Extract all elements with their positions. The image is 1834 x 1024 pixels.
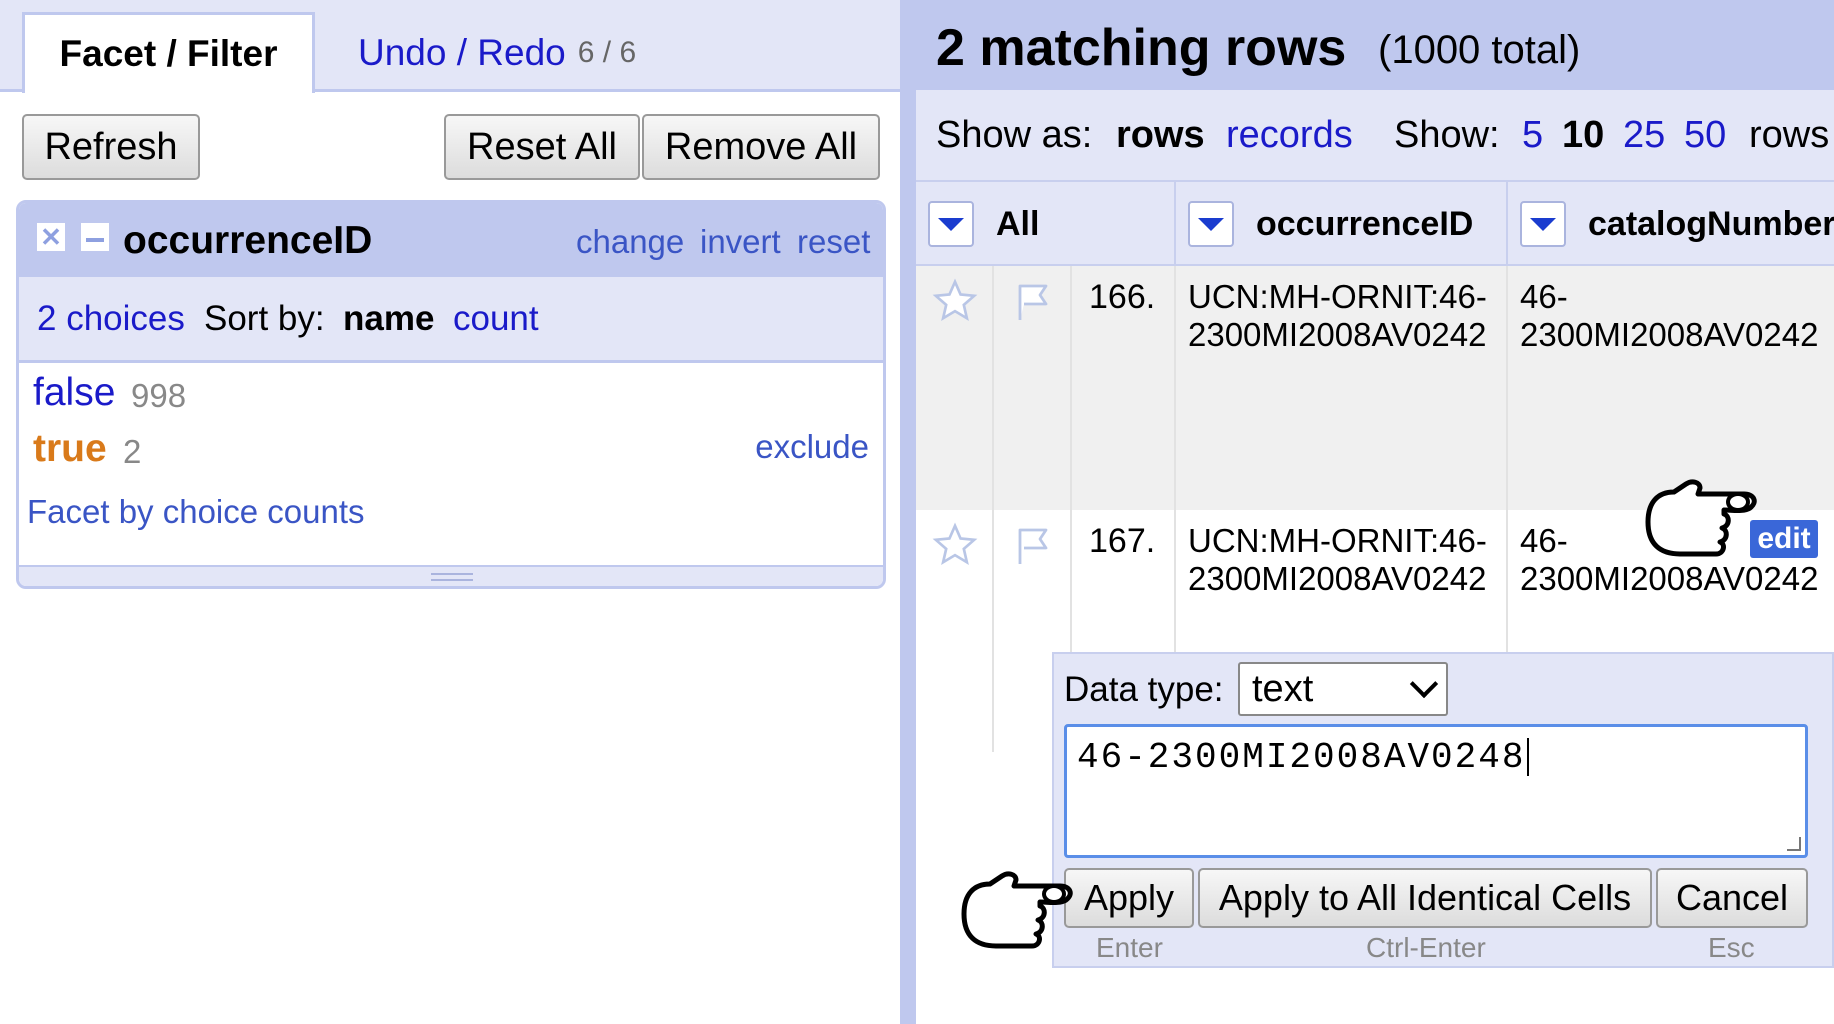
column-menu-icon[interactable]: [1520, 201, 1566, 247]
sort-by-count[interactable]: count: [453, 299, 539, 339]
facet-reset-link[interactable]: reset: [797, 223, 870, 261]
column-menu-icon[interactable]: [1188, 201, 1234, 247]
facet-title: occurrenceID: [123, 219, 373, 262]
facet-controls: 2 choices Sort by: name count: [19, 277, 883, 363]
panel-divider[interactable]: [900, 0, 916, 1024]
cell-line-2: 2300MI2008AV0242: [1188, 316, 1487, 353]
facet-change-link[interactable]: change: [576, 223, 684, 261]
pointing-hand-icon: [961, 871, 1073, 949]
tab-bar: Facet / Filter Undo / Redo 6 / 6: [0, 0, 900, 93]
cell-line-1: 46-: [1520, 278, 1568, 315]
facet-choice-count-true: 2: [123, 433, 142, 470]
tab-facet-filter[interactable]: Facet / Filter: [22, 12, 315, 93]
pointing-hand-icon: [1645, 479, 1757, 557]
cancel-button[interactable]: Cancel: [1656, 868, 1808, 928]
row-number: 167.: [1089, 522, 1156, 560]
tab-undo-redo[interactable]: Undo / Redo 6 / 6: [358, 12, 636, 93]
column-header-catalognumber: catalogNumber: [1508, 182, 1834, 266]
cell-value-textarea[interactable]: 46-2300MI2008AV0248: [1064, 724, 1808, 858]
cell-line-2: 2300MI2008AV0242: [1520, 316, 1819, 353]
remove-all-button[interactable]: Remove All: [642, 114, 880, 180]
page-size-5[interactable]: 5: [1522, 114, 1543, 157]
resize-grip-icon: [431, 573, 473, 581]
sort-by-label: Sort by:: [204, 299, 325, 338]
matching-rows-title: 2 matching rows: [936, 19, 1347, 77]
tab-undo-redo-label: Undo / Redo: [358, 31, 566, 73]
data-type-value: text: [1252, 667, 1314, 710]
facet-choice-true[interactable]: true: [33, 427, 107, 471]
star-icon[interactable]: [932, 278, 978, 324]
cell-line-1: UCN:MH-ORNIT:46-: [1188, 278, 1487, 315]
flag-icon[interactable]: [1012, 522, 1060, 570]
reset-all-button[interactable]: Reset All: [444, 114, 640, 180]
cell-catalognumber[interactable]: 46- 2300MI2008AV0242: [1520, 278, 1830, 354]
facet-choice-count-false: 998: [131, 377, 187, 414]
cell-line-1: UCN:MH-ORNIT:46-: [1188, 522, 1487, 559]
data-type-label: Data type:: [1064, 670, 1224, 709]
facet-invert-link[interactable]: invert: [700, 223, 781, 261]
star-icon[interactable]: [932, 522, 978, 568]
facet-choice-false[interactable]: false: [33, 371, 115, 415]
flag-icon[interactable]: [1012, 278, 1060, 326]
left-panel: Facet / Filter Undo / Redo 6 / 6 Refresh…: [0, 0, 900, 1024]
sort-by-name[interactable]: name: [343, 299, 434, 339]
resize-grip-icon[interactable]: [1787, 837, 1801, 851]
facet-panel: ✕ occurrenceID change invert reset 2 cho…: [16, 200, 886, 589]
cell-editor-popup: Data type: text 46-2300MI2008AV0248 Appl…: [1052, 652, 1834, 968]
total-rows: (1000 total): [1378, 28, 1581, 72]
apply-to-all-identical-cells-button[interactable]: Apply to All Identical Cells: [1198, 868, 1652, 928]
close-icon[interactable]: ✕: [37, 223, 65, 251]
column-title-occurrenceid: occurrenceID: [1256, 204, 1474, 243]
column-menu-icon[interactable]: [928, 201, 974, 247]
show-label: Show:: [1394, 114, 1500, 156]
text-caret: [1527, 738, 1530, 777]
column-title-catalognumber: catalogNumber: [1588, 204, 1834, 243]
column-title-all: All: [996, 204, 1040, 243]
page-size-10[interactable]: 10: [1562, 114, 1604, 157]
facet-by-choice-counts-link[interactable]: Facet by choice counts: [27, 493, 365, 531]
data-type-select[interactable]: text: [1238, 662, 1448, 716]
page-size-50[interactable]: 50: [1684, 114, 1726, 157]
facet-choice-count[interactable]: 2 choices: [37, 299, 185, 339]
summary-bar: 2 matching rows (1000 total): [916, 0, 1834, 90]
facet-header: ✕ occurrenceID change invert reset: [19, 203, 883, 277]
column-header-occurrenceid: occurrenceID: [1176, 182, 1508, 266]
facet-resize-handle[interactable]: [19, 565, 883, 586]
row-number: 166.: [1089, 278, 1156, 316]
undo-redo-count: 6 / 6: [577, 35, 637, 69]
cell-occurrenceid[interactable]: UCN:MH-ORNIT:46- 2300MI2008AV0242: [1188, 522, 1498, 598]
apply-shortcut-hint: Enter: [1096, 932, 1163, 963]
rows-suffix: rows: [1749, 114, 1830, 156]
column-header-all: All: [916, 182, 1176, 266]
cancel-shortcut-hint: Esc: [1708, 932, 1755, 963]
apply-all-shortcut-hint: Ctrl-Enter: [1366, 932, 1486, 963]
refresh-button[interactable]: Refresh: [22, 114, 200, 180]
chevron-down-icon: [1409, 669, 1439, 699]
cell-line-2: 2300MI2008AV0242: [1188, 560, 1487, 597]
show-as-rows[interactable]: rows: [1116, 114, 1205, 157]
page-size-25[interactable]: 25: [1623, 114, 1665, 157]
exclude-link[interactable]: exclude: [755, 428, 869, 466]
column-header-row: All occurrenceID catalogNumber: [916, 180, 1834, 266]
minimize-icon[interactable]: [81, 223, 109, 251]
show-as-records[interactable]: records: [1226, 114, 1353, 157]
cell-value-text: 46-2300MI2008AV0248: [1077, 737, 1526, 778]
view-options-bar: Show as: rows records Show: 5 10 25 50 r…: [916, 90, 1834, 180]
cell-occurrenceid[interactable]: UCN:MH-ORNIT:46- 2300MI2008AV0242: [1188, 278, 1498, 354]
show-as-label: Show as:: [936, 114, 1093, 156]
